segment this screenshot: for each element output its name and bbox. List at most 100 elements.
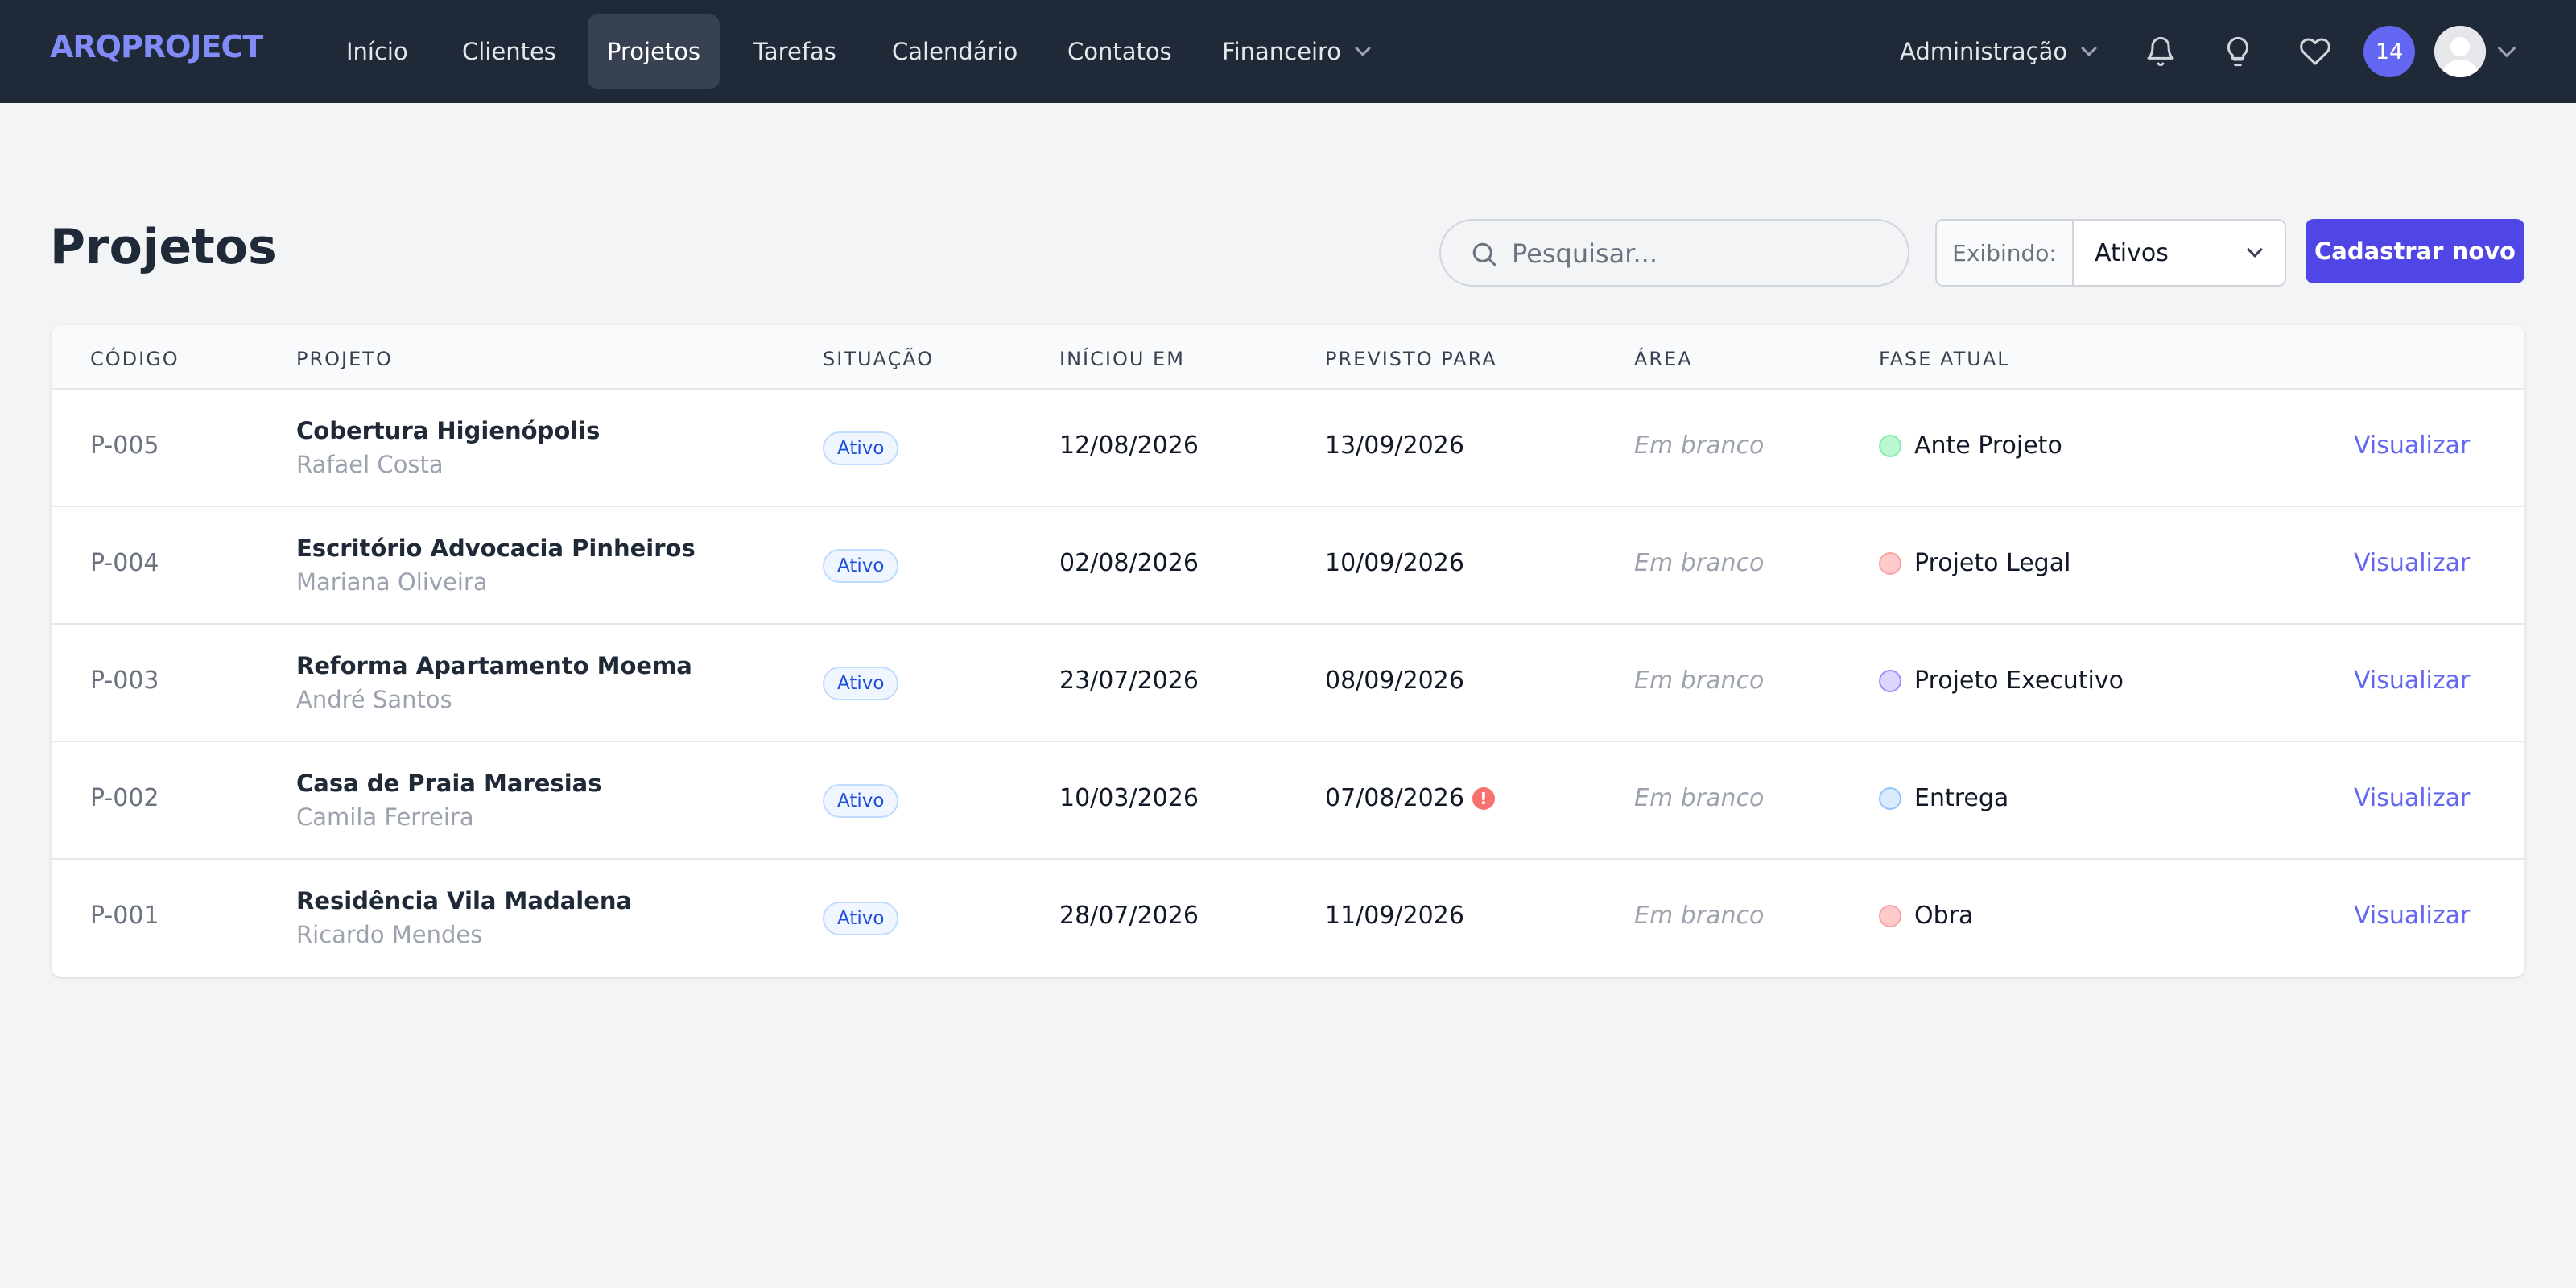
phase-label: Projeto Executivo (1914, 667, 2124, 695)
project-name[interactable]: Casa de Praia Maresias (296, 770, 601, 797)
avatar[interactable] (2434, 26, 2486, 77)
area-value: Em branco (1634, 902, 1765, 930)
chevron-down-icon (2081, 40, 2098, 56)
app-logo[interactable]: ARQPROJECT (50, 29, 263, 64)
view-link[interactable]: Visualizar (2354, 549, 2470, 577)
due-date: 07/08/2026! (1325, 784, 1495, 812)
due-date-text: 13/09/2026 (1325, 431, 1464, 460)
chevron-down-icon (1355, 40, 1371, 56)
nav-item-calendario[interactable]: Calendário (873, 14, 1037, 89)
header-start: INÍCIOU EM (1059, 348, 1185, 370)
current-phase: Entrega (1879, 784, 2008, 812)
filter-selected-value: Ativos (2095, 238, 2169, 267)
nav-item-label: Administração (1900, 38, 2068, 65)
header-project: PROJETO (296, 348, 393, 370)
filter-label: Exibindo: (1937, 221, 2074, 285)
table-row: P-004 Escritório Advocacia Pinheiros Mar… (52, 507, 2524, 625)
project-name[interactable]: Residência Vila Madalena (296, 887, 632, 914)
area-value: Em branco (1634, 667, 1765, 695)
due-date: 11/09/2026 (1325, 902, 1464, 930)
header-status: SITUAÇÃO (823, 348, 935, 370)
nav-item-label: Calendário (892, 38, 1018, 65)
project-name[interactable]: Reforma Apartamento Moema (296, 652, 692, 679)
create-new-button[interactable]: Cadastrar novo (2306, 219, 2524, 283)
project-code: P-003 (90, 667, 159, 695)
nav-item-contatos[interactable]: Contatos (1048, 14, 1191, 89)
filter-select[interactable]: Ativos (2074, 221, 2285, 285)
start-date: 10/03/2026 (1059, 784, 1199, 812)
nav-item-label: Início (346, 38, 408, 65)
nav-item-label: Projetos (607, 38, 701, 65)
due-date-text: 08/09/2026 (1325, 667, 1464, 695)
project-client: André Santos (296, 686, 452, 713)
table-row: P-003 Reforma Apartamento Moema André Sa… (52, 625, 2524, 742)
nav-item-tarefas[interactable]: Tarefas (734, 14, 856, 89)
area-value: Em branco (1634, 784, 1765, 812)
start-date: 02/08/2026 (1059, 549, 1199, 577)
project-name[interactable]: Escritório Advocacia Pinheiros (296, 535, 696, 562)
nav-item-label: Contatos (1067, 38, 1172, 65)
overdue-alert-icon: ! (1472, 786, 1495, 810)
nav-item-label: Clientes (462, 38, 556, 65)
area-value: Em branco (1634, 549, 1765, 577)
nav-item-label: Financeiro (1222, 38, 1342, 65)
due-date: 13/09/2026 (1325, 431, 1464, 460)
projects-table: CÓDIGO PROJETO SITUAÇÃO INÍCIOU EM PREVI… (52, 325, 2524, 977)
due-date-text: 11/09/2026 (1325, 902, 1464, 930)
header-area: ÁREA (1634, 348, 1693, 370)
nav-item-clientes[interactable]: Clientes (443, 14, 576, 89)
phase-dot-icon (1879, 669, 1901, 692)
status-filter: Exibindo: Ativos (1935, 219, 2286, 287)
search-input[interactable] (1512, 232, 1882, 275)
lightbulb-icon[interactable] (2219, 32, 2257, 71)
project-code: P-001 (90, 902, 159, 930)
chevron-down-icon[interactable] (2497, 39, 2516, 58)
chevron-down-icon (2247, 242, 2263, 258)
phase-label: Projeto Legal (1914, 549, 2071, 577)
nav-item-projetos[interactable]: Projetos (588, 14, 720, 89)
header-due: PREVISTO PARA (1325, 348, 1497, 370)
phase-dot-icon (1879, 786, 1901, 810)
table-row: P-005 Cobertura Higienópolis Rafael Cost… (52, 390, 2524, 507)
phase-dot-icon (1879, 434, 1901, 457)
view-link[interactable]: Visualizar (2354, 667, 2470, 695)
project-client: Mariana Oliveira (296, 568, 488, 596)
status-badge: Ativo (823, 431, 899, 465)
phase-dot-icon (1879, 904, 1901, 927)
nav-item-inicio[interactable]: Início (327, 14, 427, 89)
start-date: 12/08/2026 (1059, 431, 1199, 460)
area-value: Em branco (1634, 431, 1765, 460)
status-badge: Ativo (823, 784, 899, 818)
view-link[interactable]: Visualizar (2354, 431, 2470, 460)
status-badge: Ativo (823, 902, 899, 935)
nav-item-financeiro[interactable]: Financeiro (1203, 14, 1388, 89)
phase-label: Obra (1914, 902, 1974, 930)
start-date: 23/07/2026 (1059, 667, 1199, 695)
phase-dot-icon (1879, 551, 1901, 575)
status-badge: Ativo (823, 549, 899, 583)
bell-icon[interactable] (2141, 32, 2180, 71)
table-row: P-001 Residência Vila Madalena Ricardo M… (52, 860, 2524, 977)
project-client: Rafael Costa (296, 451, 444, 478)
view-link[interactable]: Visualizar (2354, 902, 2470, 930)
phase-label: Ante Projeto (1914, 431, 2062, 460)
due-date-text: 07/08/2026 (1325, 784, 1464, 812)
project-code: P-002 (90, 784, 159, 812)
notification-count-badge[interactable]: 14 (2363, 26, 2415, 77)
search-box[interactable] (1439, 219, 1909, 287)
header-code: CÓDIGO (90, 348, 180, 370)
status-badge: Ativo (823, 667, 899, 700)
current-phase: Obra (1879, 902, 1973, 930)
current-phase: Projeto Legal (1879, 549, 2070, 577)
table-row: P-002 Casa de Praia Maresias Camila Ferr… (52, 742, 2524, 860)
header-phase: FASE ATUAL (1879, 348, 2010, 370)
heart-icon[interactable] (2296, 32, 2334, 71)
due-date-text: 10/09/2026 (1325, 549, 1464, 577)
nav-item-administracao[interactable]: Administração (1880, 14, 2114, 89)
phase-label: Entrega (1914, 784, 2009, 812)
view-link[interactable]: Visualizar (2354, 784, 2470, 812)
project-name[interactable]: Cobertura Higienópolis (296, 417, 600, 444)
page-title: Projetos (50, 219, 277, 275)
nav-item-label: Tarefas (753, 38, 836, 65)
project-client: Ricardo Mendes (296, 921, 483, 948)
